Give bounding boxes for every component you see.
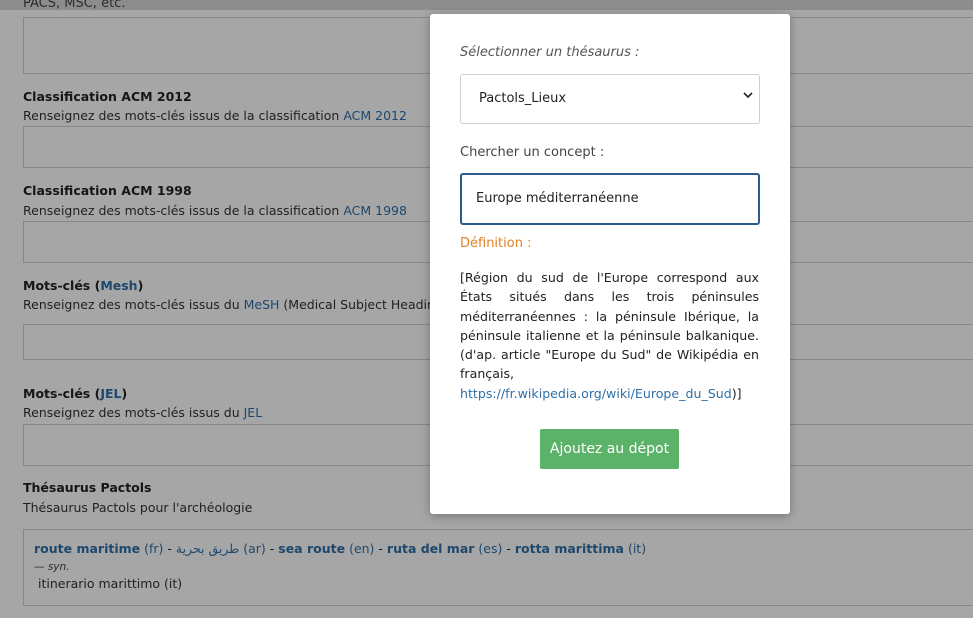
thesaurus-select-value: Pactols_Lieux xyxy=(479,91,567,106)
definition-label: Définition : xyxy=(460,236,532,251)
thesaurus-modal: Sélectionner un thésaurus : Pactols_Lieu… xyxy=(430,14,790,514)
search-concept-label: Chercher un concept : xyxy=(460,145,605,160)
search-concept-input[interactable]: Europe méditerranéenne xyxy=(460,173,760,225)
add-to-deposit-button[interactable]: Ajoutez au dépot xyxy=(540,429,679,469)
wikipedia-link[interactable]: https://fr.wikipedia.org/wiki/Europe_du_… xyxy=(460,386,732,401)
search-concept-value: Europe méditerranéenne xyxy=(476,191,639,206)
select-thesaurus-label: Sélectionner un thésaurus : xyxy=(460,45,640,60)
definition-text: [Région du sud de l'Europe correspond au… xyxy=(460,270,759,401)
chevron-down-icon xyxy=(743,90,753,103)
thesaurus-select[interactable]: Pactols_Lieux xyxy=(460,74,760,124)
